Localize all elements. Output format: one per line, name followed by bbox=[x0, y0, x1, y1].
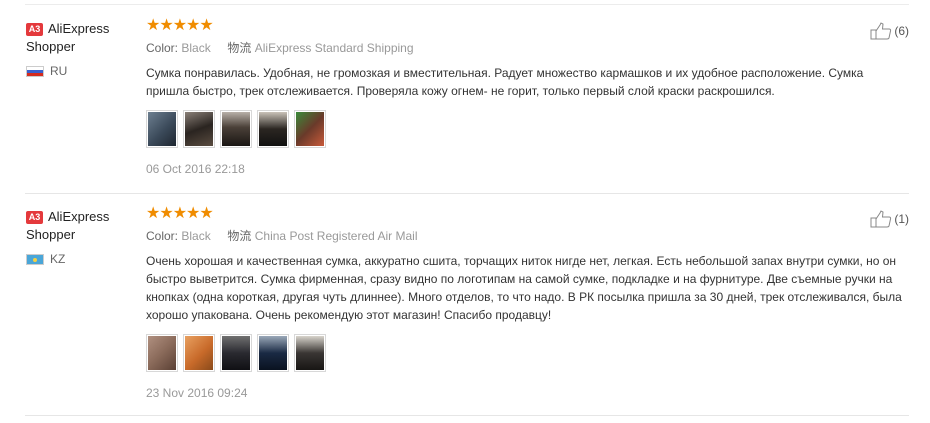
thumbs-up-icon bbox=[870, 22, 892, 40]
flag-ru-icon bbox=[26, 65, 44, 77]
thumbs-up-icon bbox=[870, 210, 892, 228]
shipping-value: AliExpress Standard Shipping bbox=[254, 41, 414, 55]
review-text: Сумка понравилась. Удобная, не громозкая… bbox=[146, 66, 864, 98]
review-date: 06 Oct 2016 22:18 bbox=[146, 162, 245, 176]
review-body: ★★★★★ Color: Black 物流 AliExpress Standar… bbox=[146, 18, 866, 176]
review-date: 23 Nov 2016 09:24 bbox=[146, 386, 248, 400]
level-badge: A3 bbox=[26, 211, 43, 224]
shipping-value: China Post Registered Air Mail bbox=[254, 229, 418, 243]
review-photos bbox=[146, 334, 866, 372]
reviewer-info: A3 AliExpress Shopper RU bbox=[26, 20, 136, 78]
review-photo-thumbnail[interactable] bbox=[294, 334, 326, 372]
review-photo-thumbnail[interactable] bbox=[146, 110, 178, 148]
order-attributes: Color: Black 物流 China Post Registered Ai… bbox=[146, 228, 866, 244]
color-value: Black bbox=[181, 41, 211, 55]
helpful-count: (1) bbox=[894, 212, 909, 226]
review-photo-thumbnail[interactable] bbox=[257, 334, 289, 372]
country-code: KZ bbox=[50, 252, 66, 266]
review-photos bbox=[146, 110, 866, 148]
color-label: Color: bbox=[146, 41, 179, 55]
review-photo-thumbnail[interactable] bbox=[183, 334, 215, 372]
color-label: Color: bbox=[146, 229, 179, 243]
order-attributes: Color: Black 物流 AliExpress Standard Ship… bbox=[146, 40, 866, 56]
star-rating: ★★★★★ bbox=[146, 205, 214, 222]
color-value: Black bbox=[181, 229, 211, 243]
shipping-label: 物流 bbox=[227, 229, 252, 243]
review-photo-thumbnail[interactable] bbox=[220, 110, 252, 148]
review-photo-thumbnail[interactable] bbox=[294, 110, 326, 148]
review-text: Очень хорошая и качественная сумка, акку… bbox=[146, 254, 902, 322]
level-badge: A3 bbox=[26, 23, 43, 36]
reviewer-country: KZ bbox=[26, 252, 136, 266]
review-item: A3 AliExpress Shopper RU ★★★★★ Color: Bla… bbox=[0, 6, 930, 194]
review-divider bbox=[25, 415, 909, 416]
review-photo-thumbnail[interactable] bbox=[146, 334, 178, 372]
review-body: ★★★★★ Color: Black 物流 China Post Registe… bbox=[146, 205, 902, 400]
helpful-count: (6) bbox=[894, 24, 909, 38]
helpful-button[interactable]: (1) bbox=[870, 210, 909, 228]
helpful-button[interactable]: (6) bbox=[870, 22, 909, 40]
flag-kz-icon bbox=[26, 253, 44, 265]
reviewer-country: RU bbox=[26, 64, 136, 78]
star-rating: ★★★★★ bbox=[146, 17, 214, 34]
review-photo-thumbnail[interactable] bbox=[257, 110, 289, 148]
review-photo-thumbnail[interactable] bbox=[220, 334, 252, 372]
review-item: A3 AliExpress Shopper KZ ★★★★★ Color: Bla… bbox=[0, 194, 930, 416]
reviewer-info: A3 AliExpress Shopper KZ bbox=[26, 208, 136, 266]
shipping-label: 物流 bbox=[227, 41, 252, 55]
review-photo-thumbnail[interactable] bbox=[183, 110, 215, 148]
top-divider bbox=[25, 4, 909, 5]
country-code: RU bbox=[50, 64, 68, 78]
